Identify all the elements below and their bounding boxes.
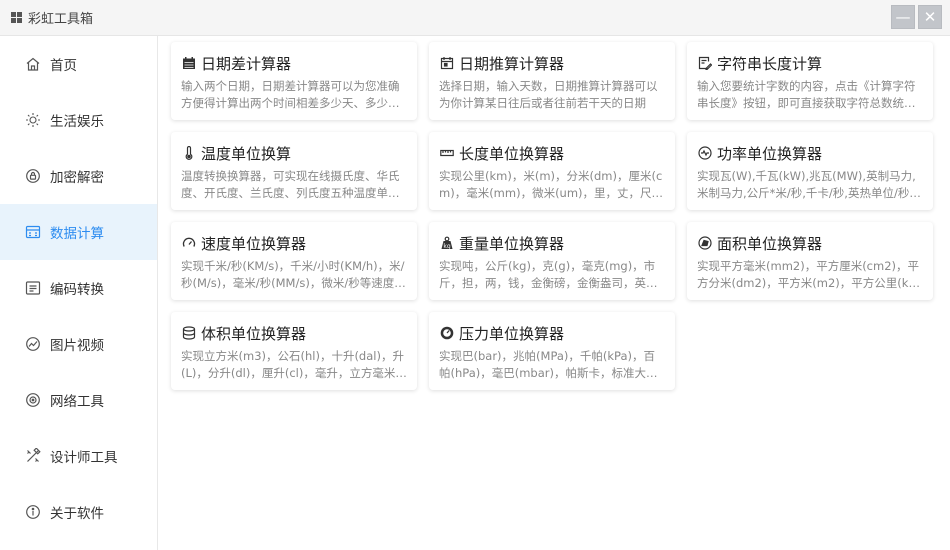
lock-icon: [24, 167, 42, 185]
card-title: 长度单位换算器: [459, 144, 565, 163]
ruler-icon: [439, 145, 455, 161]
sidebar-item-network-tools[interactable]: 网络工具: [0, 372, 157, 428]
card-description: 实现立方米(m3)，公石(hl)，十升(dal)，升(L)，分升(dl)，厘升(…: [181, 349, 407, 380]
card-description: 实现公里(km)，米(m)，分米(dm)，厘米(cm)，毫米(mm)，微米(um…: [439, 169, 664, 200]
card-title: 体积单位换算器: [201, 324, 307, 343]
svg-text:kg: kg: [443, 243, 450, 250]
tool-card-length[interactable]: 长度单位换算器 实现公里(km)，米(m)，分米(dm)，厘米(cm)，毫米(m…: [429, 132, 675, 210]
card-description: 实现平方毫米(mm2)，平方厘米(cm2)，平方分米(dm2)，平方米(m2)，…: [697, 259, 920, 290]
card-description: 温度转换换算器，可实现在线摄氏度、华氏度、开氏度、兰氏度、列氏度五种温度单位之间…: [181, 169, 400, 200]
sidebar-item-label: 加密解密: [50, 170, 104, 186]
card-description: 实现千米/秒(KM/s)，千米/小时(KM/h)，米/秒(M/s)，毫米/秒(M…: [181, 259, 406, 290]
sidebar-item-label: 图片视频: [50, 338, 104, 354]
tool-card-speed[interactable]: 速度单位换算器 实现千米/秒(KM/s)，千米/小时(KM/h)，米/秒(M/s…: [171, 222, 417, 300]
gauge-icon: [439, 325, 455, 341]
database-icon: [181, 325, 197, 341]
sidebar-item-label: 生活娱乐: [50, 114, 104, 130]
sidebar-item-home[interactable]: 首页: [0, 36, 157, 92]
sidebar-item-data-calculation[interactable]: 数据计算: [0, 204, 157, 260]
card-title: 压力单位换算器: [459, 324, 565, 343]
sidebar-item-label: 设计师工具: [50, 450, 118, 466]
tool-card-weight[interactable]: kg 重量单位换算器 实现吨，公斤(kg)，克(g)，毫克(mg)，市斤，担，两…: [429, 222, 675, 300]
tool-card-grid: 日期差计算器 输入两个日期，日期差计算器可以为您准确方便得计算出两个时间相差多少…: [158, 36, 950, 550]
card-title: 面积单位换算器: [717, 234, 823, 253]
code-icon: [24, 279, 42, 297]
card-title: 重量单位换算器: [459, 234, 565, 253]
sidebar-item-label: 网络工具: [50, 394, 104, 410]
window-controls: — ✕: [891, 5, 942, 29]
tool-card-pressure[interactable]: 压力单位换算器 实现巴(bar)，兆帕(MPa)，千帕(kPa)，百帕(hPa)…: [429, 312, 675, 390]
minimize-button[interactable]: —: [891, 5, 915, 29]
area-icon: [697, 235, 713, 251]
app-title: 彩虹工具箱: [28, 12, 94, 27]
card-description: 输入两个日期，日期差计算器可以为您准确方便得计算出两个时间相差多少天、多少周、多…: [181, 79, 400, 110]
sidebar-item-label: 数据计算: [50, 226, 104, 242]
thermometer-icon: [181, 145, 197, 161]
sidebar-item-label: 关于软件: [50, 506, 104, 522]
close-button[interactable]: ✕: [918, 5, 942, 29]
sidebar-item-encoding[interactable]: 编码转换: [0, 260, 157, 316]
sidebar-item-label: 首页: [50, 58, 77, 74]
card-description: 选择日期，输入天数，日期推算计算器可以为你计算某日往后或者往前若干天的日期: [439, 79, 658, 110]
card-title: 功率单位换算器: [717, 144, 823, 163]
power-icon: [697, 145, 713, 161]
card-description: 实现瓦(W),千瓦(kW),兆瓦(MW),英制马力,米制马力,公斤*米/秒,千卡…: [697, 169, 921, 200]
tool-card-volume[interactable]: 体积单位换算器 实现立方米(m3)，公石(hl)，十升(dal)，升(L)，分升…: [171, 312, 417, 390]
chart-icon: [24, 335, 42, 353]
sidebar-item-image-video[interactable]: 图片视频: [0, 316, 157, 372]
card-title: 日期差计算器: [201, 54, 292, 73]
sidebar-item-encryption[interactable]: 加密解密: [0, 148, 157, 204]
tool-card-temperature[interactable]: 温度单位换算 温度转换换算器，可实现在线摄氏度、华氏度、开氏度、兰氏度、列氏度五…: [171, 132, 417, 210]
edit-doc-icon: [697, 55, 713, 71]
sun-icon: [24, 111, 42, 129]
home-icon: [24, 55, 42, 73]
tool-card-date-projection[interactable]: 日期推算计算器 选择日期，输入天数，日期推算计算器可以为你计算某日往后或者往前若…: [429, 42, 675, 120]
weight-icon: kg: [439, 235, 455, 251]
network-icon: [24, 391, 42, 409]
sidebar-item-about[interactable]: 关于软件: [0, 484, 157, 540]
tool-card-date-difference[interactable]: 日期差计算器 输入两个日期，日期差计算器可以为您准确方便得计算出两个时间相差多少…: [171, 42, 417, 120]
app-grid-icon: [11, 12, 22, 23]
tool-card-string-length[interactable]: 字符串长度计算 输入您要统计字数的内容，点击《计算字符串长度》按钮，即可直接获取…: [687, 42, 933, 120]
sidebar-item-label: 编码转换: [50, 282, 104, 298]
title-bar: 彩虹工具箱 — ✕: [0, 0, 950, 36]
card-title: 温度单位换算: [201, 144, 292, 163]
card-description: 输入您要统计字数的内容，点击《计算字符串长度》按钮，即可直接获取字符总数统计结果: [697, 79, 916, 110]
tool-card-power[interactable]: 功率单位换算器 实现瓦(W),千瓦(kW),兆瓦(MW),英制马力,米制马力,公…: [687, 132, 933, 210]
design-tools-icon: [24, 447, 42, 465]
card-title: 速度单位换算器: [201, 234, 307, 253]
card-title: 日期推算计算器: [459, 54, 565, 73]
calendar-icon: [181, 55, 197, 71]
info-icon: [24, 503, 42, 521]
card-title: 字符串长度计算: [717, 54, 823, 73]
tool-card-area[interactable]: 面积单位换算器 实现平方毫米(mm2)，平方厘米(cm2)，平方分米(dm2)，…: [687, 222, 933, 300]
calendar-grid-icon: [439, 55, 455, 71]
speedometer-icon: [181, 235, 197, 251]
sidebar-item-designer-tools[interactable]: 设计师工具: [0, 428, 157, 484]
card-description: 实现巴(bar)，兆帕(MPa)，千帕(kPa)，百帕(hPa)，毫巴(mbar…: [439, 349, 658, 380]
card-description: 实现吨，公斤(kg)，克(g)，毫克(mg)，市斤，担，两，钱，金衡磅，金衡盎司…: [439, 259, 658, 290]
sidebar: 首页 生活娱乐 加密解密 数据计算 编码转换 图片视频 网络工具 设计师工具 关…: [0, 36, 158, 550]
sidebar-item-life-entertainment[interactable]: 生活娱乐: [0, 92, 157, 148]
calculator-icon: [24, 223, 42, 241]
